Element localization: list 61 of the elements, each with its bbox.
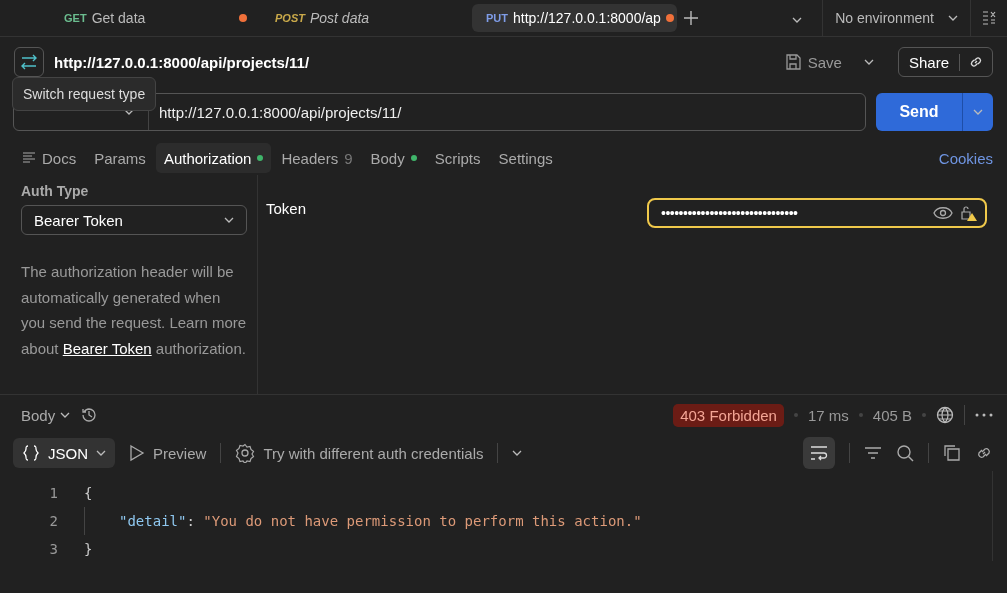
request-name: http://127.0.0.1:8000/api/projects/11/ — [54, 53, 310, 71]
line-number: 2 — [48, 513, 59, 529]
variables-icon[interactable] — [981, 10, 997, 26]
share-button[interactable]: Share — [897, 47, 993, 77]
add-tab-icon[interactable] — [683, 10, 699, 26]
globe-icon[interactable] — [936, 406, 954, 424]
response-time: 17 ms — [807, 406, 849, 424]
chevron-down-icon — [224, 217, 234, 223]
save-icon — [783, 53, 802, 71]
save-button[interactable]: Save — [783, 53, 842, 71]
environment-select[interactable]: No environment — [822, 0, 971, 36]
tabs-menu-icon — [792, 17, 803, 23]
chevron-down-icon — [512, 450, 523, 456]
line-number: 3 — [48, 541, 59, 557]
body-view-select[interactable]: Body — [21, 406, 71, 424]
help-link[interactable]: Bearer Token — [62, 339, 152, 357]
cookies-link[interactable]: Cookies — [938, 149, 993, 167]
request-tab[interactable]: GET Get data — [50, 4, 255, 32]
section-tab[interactable]: Authorization — [155, 143, 272, 173]
auth-type-select[interactable]: Bearer Token — [21, 205, 247, 235]
lock-warning-icon — [959, 204, 977, 222]
copy-icon[interactable] — [943, 444, 961, 462]
wrap-lines-button[interactable] — [803, 437, 835, 469]
preview-button[interactable]: Preview — [129, 444, 207, 462]
request-tab[interactable]: POST Post data — [261, 4, 466, 32]
token-label: Token — [266, 200, 307, 219]
section-tab[interactable]: Docs — [14, 143, 85, 173]
wrap-icon — [809, 445, 829, 461]
braces-icon — [22, 444, 40, 462]
link-icon[interactable] — [968, 54, 984, 70]
tooltip: Switch request type — [12, 77, 157, 111]
chevron-down-icon — [60, 412, 71, 418]
history-icon[interactable] — [80, 406, 99, 424]
play-icon — [129, 444, 145, 462]
code-line: { — [84, 485, 93, 501]
code-line: } — [84, 541, 93, 557]
more-icon[interactable] — [975, 413, 993, 417]
chevron-down-icon — [948, 15, 958, 21]
token-field[interactable]: ••••••••••••••••••••••••••••••• — [647, 198, 987, 228]
chevron-down-icon — [973, 109, 983, 115]
format-select[interactable]: JSON — [13, 438, 115, 468]
code-line: "detail": "You do not have permission to perform this action." — [119, 513, 642, 529]
request-tab[interactable]: PUT http://127.0.0.1:8000/ap — [472, 4, 677, 32]
section-tab[interactable]: Headers 9 — [273, 143, 361, 173]
try-credentials-button[interactable]: Try with different auth credentials — [235, 443, 484, 463]
settings-icon — [235, 443, 256, 463]
section-tab[interactable]: Settings — [490, 143, 561, 173]
section-tab[interactable]: Body — [362, 143, 425, 173]
auth-type-label: Auth Type — [21, 183, 90, 199]
search-icon[interactable] — [896, 444, 914, 462]
filter-icon[interactable] — [864, 446, 882, 460]
docs-icon — [22, 152, 36, 164]
eye-icon[interactable] — [933, 206, 953, 220]
save-options-icon — [863, 59, 874, 65]
section-tab[interactable]: Params — [86, 143, 154, 173]
chevron-down-icon — [96, 450, 106, 456]
status-badge: 403 Forbidden — [673, 403, 784, 427]
response-size: 405 B — [872, 406, 912, 424]
section-tab[interactable]: Scripts — [426, 143, 489, 173]
help-text: The authorization header will be automatically generated when you send the request. Learn more about Bearer Token authorization. — [21, 262, 247, 359]
line-number: 1 — [48, 485, 59, 501]
